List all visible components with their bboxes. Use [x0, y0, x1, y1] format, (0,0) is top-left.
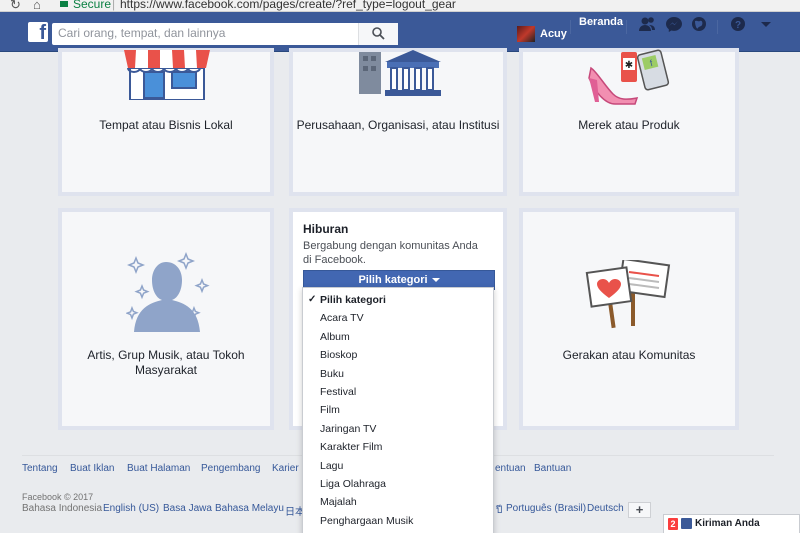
- card-label: Artis, Grup Musik, atau Tokoh Masyarakat: [87, 348, 245, 377]
- more-languages-button[interactable]: +: [628, 502, 651, 518]
- language-link[interactable]: English (US): [103, 503, 159, 514]
- facebook-top-bar: f Acuy Beranda ?: [0, 12, 800, 52]
- account-menu-icon[interactable]: [757, 16, 775, 32]
- footer-link-create-page[interactable]: Buat Halaman: [127, 463, 190, 474]
- dropdown-option[interactable]: Album: [303, 328, 493, 346]
- search-icon: [372, 27, 385, 40]
- category-card-local-business[interactable]: Tempat atau Bisnis Lokal: [58, 48, 274, 196]
- home-icon[interactable]: ⌂: [33, 0, 41, 11]
- avatar: [517, 26, 535, 42]
- footer-link-create-ad[interactable]: Buat Iklan: [70, 463, 114, 474]
- dropdown-option[interactable]: Jaringan TV: [303, 420, 493, 438]
- messages-icon[interactable]: [665, 16, 683, 32]
- card-label: Tempat atau Bisnis Lokal: [99, 118, 233, 132]
- dropdown-option[interactable]: Penghargaan Musik: [303, 512, 493, 530]
- checkmark-icon: ✓: [308, 294, 317, 305]
- home-link[interactable]: Beranda: [579, 16, 623, 28]
- category-card-artist[interactable]: Artis, Grup Musik, atau Tokoh Masyarakat: [58, 208, 274, 430]
- dropdown-option[interactable]: Acara TV: [303, 309, 493, 327]
- language-link[interactable]: Deutsch: [587, 503, 624, 514]
- notifications-icon[interactable]: [690, 16, 708, 32]
- notification-badge: 2: [668, 518, 678, 530]
- dropdown-option[interactable]: Karakter Film: [303, 438, 493, 456]
- storefront-icon: [124, 50, 210, 100]
- card-label: Merek atau Produk: [578, 118, 680, 132]
- dropdown-option[interactable]: Lagu: [303, 457, 493, 475]
- language-link[interactable]: ปี: [496, 503, 502, 518]
- caret-down-icon: [431, 278, 440, 283]
- language-link[interactable]: Basa Jawa: [163, 503, 212, 514]
- facebook-logo[interactable]: f: [28, 22, 48, 44]
- reload-icon[interactable]: ↻: [10, 0, 21, 11]
- footer-link-developers[interactable]: Pengembang: [201, 463, 261, 474]
- language-link[interactable]: Bahasa Melayu: [215, 503, 284, 514]
- chat-label: Kiriman Anda: [695, 518, 760, 529]
- copyright: Facebook © 2017: [22, 492, 94, 502]
- category-card-company[interactable]: Perusahaan, Organisasi, atau Institusi: [289, 48, 507, 196]
- language-link[interactable]: Português (Brasil): [506, 503, 586, 514]
- category-card-community[interactable]: Gerakan atau Komunitas: [519, 208, 739, 430]
- card-description: Bergabung dengan komunitas Anda di Faceb…: [303, 240, 478, 266]
- header-divider: [626, 20, 627, 34]
- search-button[interactable]: [358, 23, 398, 45]
- help-icon[interactable]: ?: [729, 16, 747, 32]
- svg-text:?: ?: [735, 20, 741, 31]
- buildings-icon: [359, 50, 441, 96]
- search-box: [52, 23, 398, 45]
- dropdown-option[interactable]: ✓ Pilih kategori: [303, 291, 493, 309]
- card-label: Gerakan atau Komunitas: [562, 348, 696, 362]
- protest-signs-icon: [585, 260, 671, 329]
- dropdown-option[interactable]: Film: [303, 401, 493, 419]
- dropdown-option[interactable]: Festival: [303, 383, 493, 401]
- category-dropdown-menu: ✓ Pilih kategori Acara TV Album Bioskop B…: [302, 287, 494, 533]
- footer-link-help[interactable]: Bantuan: [534, 463, 571, 474]
- products-icon: ✱ f: [588, 49, 670, 105]
- facebook-page-icon: [681, 518, 692, 529]
- artist-silhouette-icon: [126, 252, 210, 332]
- lock-icon: [60, 1, 68, 7]
- browser-toolbar: ↻ ⌂ Secure | https://www.facebook.com/pa…: [0, 0, 800, 12]
- card-label: Perusahaan, Organisasi, atau Institusi: [296, 118, 500, 132]
- dropdown-option[interactable]: Buku: [303, 365, 493, 383]
- footer-link-partial[interactable]: entuan: [495, 463, 526, 474]
- svg-text:✱: ✱: [625, 60, 633, 71]
- dropdown-option[interactable]: Majalah: [303, 493, 493, 511]
- footer-link-about[interactable]: Tentang: [22, 463, 58, 474]
- category-card-brand[interactable]: ✱ f Merek atau Produk: [519, 48, 739, 196]
- friend-requests-icon[interactable]: [638, 16, 656, 32]
- dropdown-option[interactable]: Liga Olahraga: [303, 475, 493, 493]
- language-current: Bahasa Indonesia: [22, 503, 103, 514]
- card-title: Hiburan: [303, 222, 349, 236]
- dropdown-option[interactable]: Bioskop: [303, 346, 493, 364]
- address-bar[interactable]: https://www.facebook.com/pages/create/?r…: [120, 0, 456, 11]
- header-divider: [570, 20, 571, 34]
- profile-name: Acuy: [540, 28, 567, 40]
- header-divider: [717, 20, 718, 34]
- secure-label: Secure: [73, 0, 112, 11]
- chat-tab[interactable]: 2 Kiriman Anda: [663, 514, 800, 533]
- footer-link-careers[interactable]: Karier: [272, 463, 299, 474]
- search-input[interactable]: [58, 26, 358, 40]
- url-separator: |: [112, 0, 116, 11]
